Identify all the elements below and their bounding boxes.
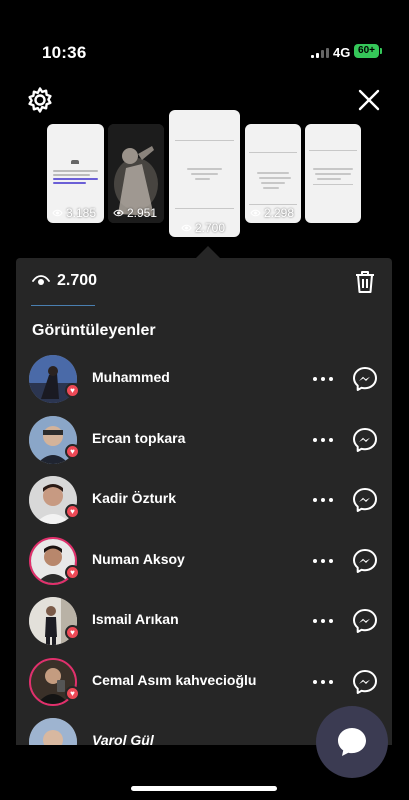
messenger-icon[interactable] bbox=[352, 608, 378, 634]
story-thumbnail[interactable]: 2.951 bbox=[108, 124, 164, 223]
chat-icon bbox=[338, 728, 366, 756]
viewer-row[interactable]: ♥ Kadir Özturk bbox=[16, 470, 392, 530]
viewer-name[interactable]: Kadir Özturk bbox=[92, 490, 176, 506]
viewer-name[interactable]: Muhammed bbox=[92, 369, 170, 385]
heart-icon: ♥ bbox=[65, 565, 80, 580]
viewer-name[interactable]: Cemal Asım kahvecioğlu bbox=[92, 672, 256, 688]
eye-icon bbox=[113, 209, 124, 217]
status-bar: 10:36 4G 60+ bbox=[0, 0, 409, 80]
status-time: 10:36 bbox=[42, 43, 87, 62]
story-view-count: 2.700 bbox=[181, 221, 225, 235]
close-icon[interactable] bbox=[355, 86, 383, 114]
view-count: 2.700 bbox=[32, 272, 97, 290]
viewer-row[interactable]: ♥ Ercan topkara bbox=[16, 410, 392, 470]
more-options-icon[interactable] bbox=[313, 672, 333, 692]
chat-bubble-button[interactable] bbox=[316, 706, 388, 778]
more-options-icon[interactable] bbox=[313, 551, 333, 571]
more-options-icon[interactable] bbox=[313, 490, 333, 510]
story-view-count: 3.185 bbox=[52, 206, 96, 220]
messenger-icon[interactable] bbox=[352, 487, 378, 513]
viewer-row[interactable]: ♥ Numan Aksoy bbox=[16, 531, 392, 591]
story-view-count: 2.951 bbox=[113, 206, 157, 220]
messenger-icon[interactable] bbox=[352, 427, 378, 453]
story-thumbnail[interactable] bbox=[305, 124, 361, 223]
viewer-name[interactable]: Ismail Arıkan bbox=[92, 611, 179, 627]
home-indicator[interactable] bbox=[131, 786, 277, 791]
more-options-icon[interactable] bbox=[313, 369, 333, 389]
messenger-icon[interactable] bbox=[352, 366, 378, 392]
story-thumbnail[interactable]: 3.185 bbox=[47, 124, 104, 223]
more-options-icon[interactable] bbox=[313, 430, 333, 450]
more-options-icon[interactable] bbox=[313, 611, 333, 631]
heart-icon: ♥ bbox=[65, 686, 80, 701]
settings-gear-icon[interactable] bbox=[26, 86, 54, 114]
heart-icon: ♥ bbox=[65, 504, 80, 519]
viewer-row[interactable]: ♥ Cemal Asım kahvecioğlu bbox=[16, 652, 392, 712]
trash-icon[interactable] bbox=[354, 270, 376, 294]
eye-icon bbox=[32, 275, 50, 285]
eye-icon bbox=[250, 209, 261, 217]
selection-pointer bbox=[196, 246, 220, 258]
viewer-name[interactable]: Varol Gül bbox=[92, 732, 154, 745]
viewers-panel: 2.700 Görüntüleyenler ♥ Muhammed ♥ Ercan… bbox=[16, 258, 392, 745]
story-thumbnail[interactable]: 2.298 bbox=[245, 124, 301, 223]
messenger-icon[interactable] bbox=[352, 548, 378, 574]
battery-icon: 60+ bbox=[354, 44, 382, 58]
network-type: 4G bbox=[333, 45, 351, 60]
eye-icon bbox=[52, 209, 63, 217]
heart-icon: ♥ bbox=[65, 383, 80, 398]
eye-icon bbox=[181, 224, 192, 232]
viewer-name[interactable]: Numan Aksoy bbox=[92, 551, 185, 567]
heart-icon: ♥ bbox=[65, 625, 80, 640]
section-title: Görüntüleyenler bbox=[32, 322, 156, 339]
heart-icon: ♥ bbox=[65, 444, 80, 459]
messenger-icon[interactable] bbox=[352, 669, 378, 695]
story-view-count: 2.298 bbox=[250, 206, 294, 220]
avatar[interactable] bbox=[29, 718, 77, 745]
active-tab-indicator bbox=[31, 305, 95, 306]
signal-icon bbox=[311, 48, 329, 58]
viewer-name[interactable]: Ercan topkara bbox=[92, 430, 185, 446]
viewer-row[interactable]: ♥ Ismail Arıkan bbox=[16, 591, 392, 651]
story-thumbnail-selected[interactable]: 2.700 bbox=[169, 110, 240, 237]
viewer-row[interactable]: ♥ Muhammed bbox=[16, 349, 392, 409]
